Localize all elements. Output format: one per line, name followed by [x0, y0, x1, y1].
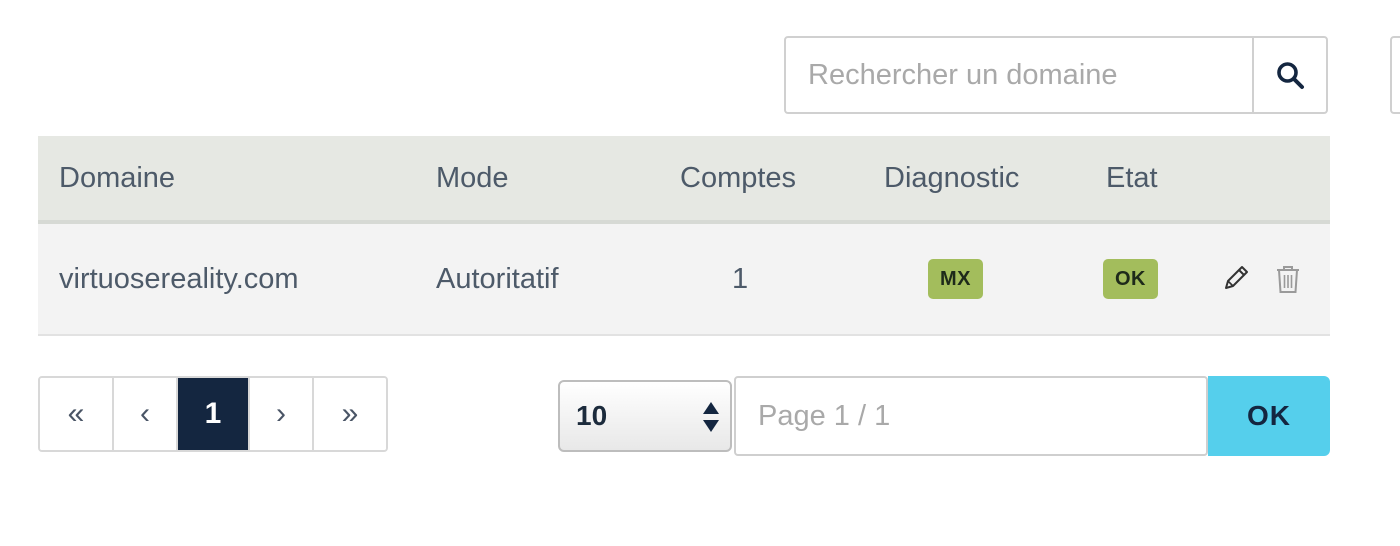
current-page-button[interactable]: 1: [178, 378, 250, 450]
domains-table: Domaine Mode Comptes Diagnostic Etat vir…: [38, 136, 1330, 336]
domain-search: [784, 36, 1328, 114]
domain-cell[interactable]: virtuosereality.com: [59, 224, 299, 334]
first-page-button[interactable]: «: [40, 378, 114, 450]
accounts-cell: 1: [732, 262, 749, 295]
page-jump-ok-button[interactable]: OK: [1208, 376, 1330, 456]
search-icon: [1277, 62, 1304, 89]
page-size-select[interactable]: 10: [558, 380, 732, 452]
column-header-domain[interactable]: Domaine: [59, 136, 175, 220]
status-badge: OK: [1103, 259, 1158, 299]
page-size-value: 10: [576, 400, 608, 431]
toolbar-button-partial[interactable]: [1390, 36, 1400, 114]
column-header-mode[interactable]: Mode: [436, 136, 509, 220]
pagination: « ‹ 1 › »: [38, 376, 388, 452]
search-button[interactable]: [1252, 38, 1326, 112]
column-header-diagnostic[interactable]: Diagnostic: [884, 136, 1019, 220]
page-jump-input[interactable]: [734, 376, 1208, 456]
diagnostic-badge[interactable]: MX: [928, 259, 983, 299]
edit-button[interactable]: [1220, 263, 1252, 295]
last-page-button[interactable]: »: [314, 378, 386, 450]
mode-cell: Autoritatif: [436, 262, 559, 295]
next-page-button[interactable]: ›: [250, 378, 314, 450]
column-header-accounts[interactable]: Comptes: [680, 136, 796, 220]
table-row[interactable]: virtuosereality.com Autoritatif 1 MX OK: [38, 224, 1330, 336]
search-input[interactable]: [786, 38, 1252, 112]
table-header: Domaine Mode Comptes Diagnostic Etat: [38, 136, 1330, 224]
sort-arrows-icon: [703, 402, 719, 432]
trash-icon: [1277, 266, 1299, 293]
pencil-icon: [1225, 266, 1248, 289]
delete-button[interactable]: [1274, 263, 1302, 295]
column-header-state[interactable]: Etat: [1106, 136, 1158, 220]
prev-page-button[interactable]: ‹: [114, 378, 178, 450]
